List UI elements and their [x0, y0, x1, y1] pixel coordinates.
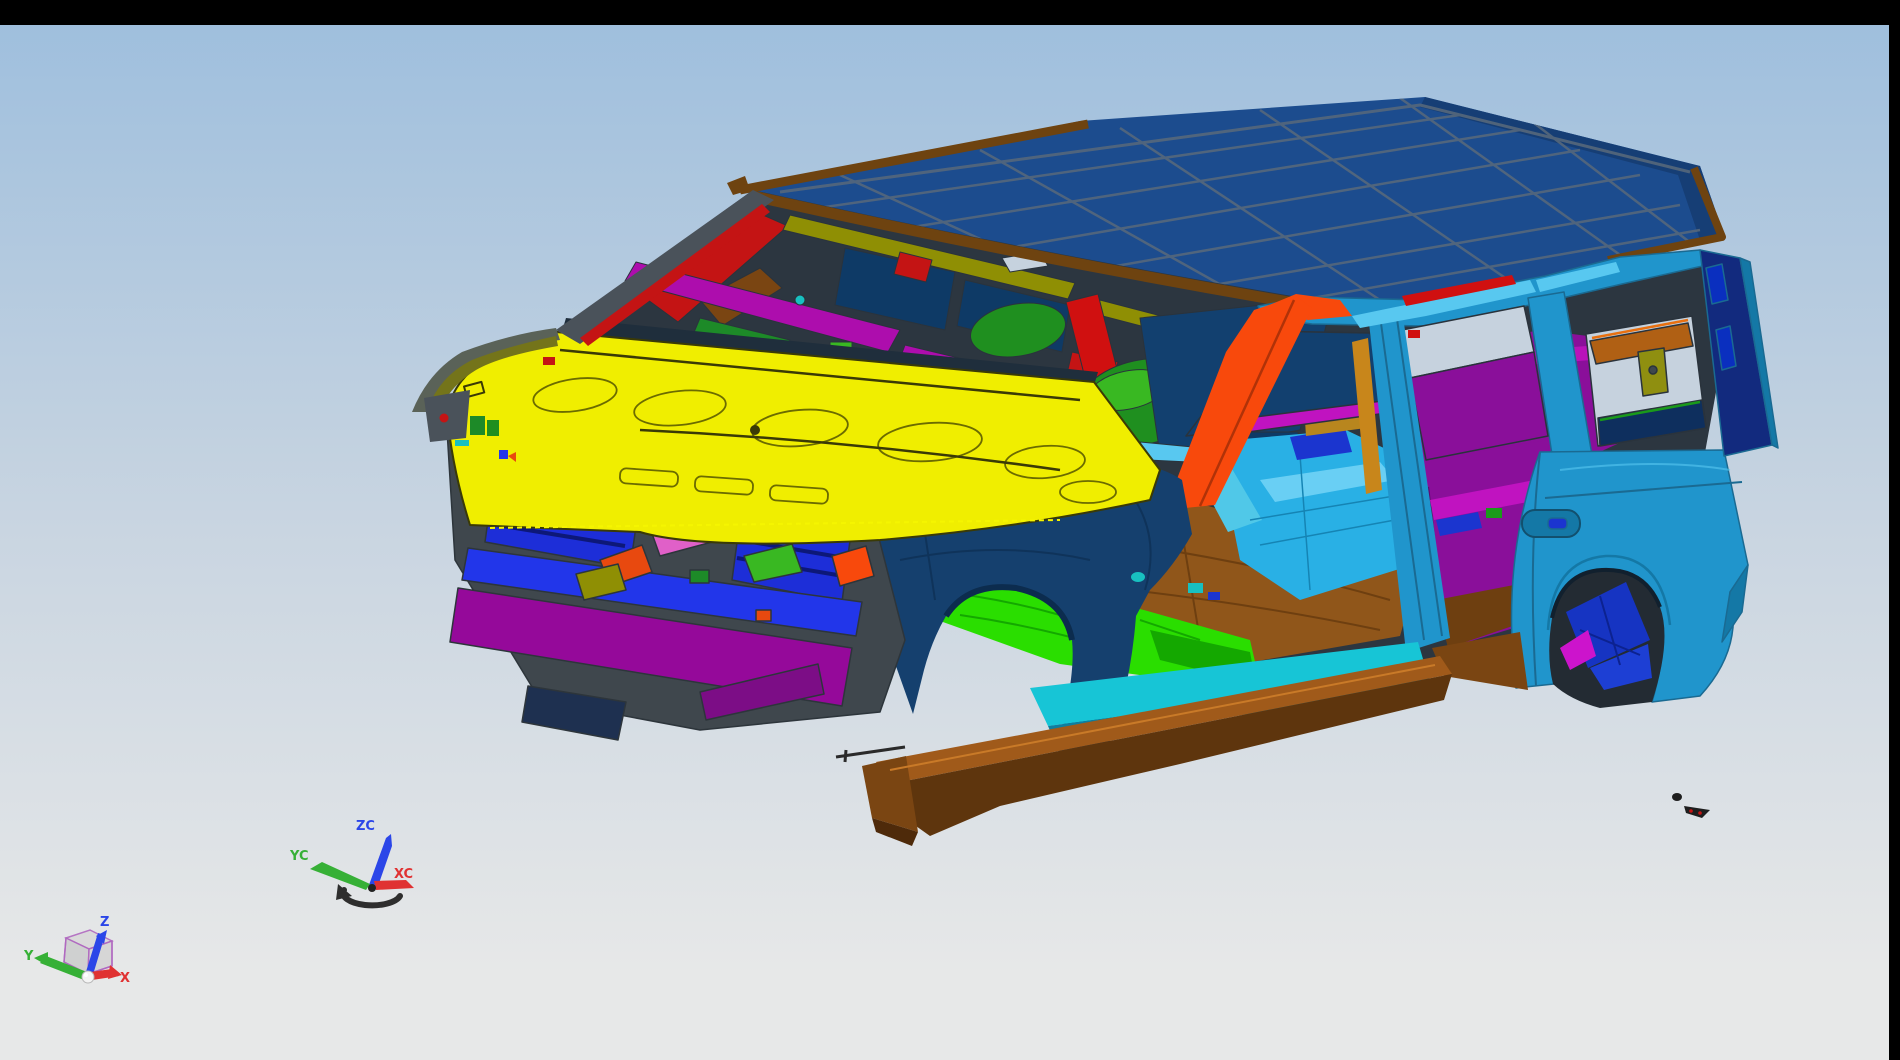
acs-x-label: X [120, 971, 130, 986]
acs-origin-highlight [84, 973, 88, 977]
olive-tab-hole [1649, 366, 1657, 374]
rear-green-sliver [1486, 508, 1502, 518]
fender-teal-oval [1131, 572, 1145, 582]
wcs-y-label: YC [289, 849, 309, 864]
cad-window: ZC YC XC Z Y X [0, 0, 1900, 1060]
acs-origin-sphere [82, 971, 94, 983]
clip-orange-bit3 [756, 610, 771, 621]
right-frame-bar [1889, 0, 1900, 1060]
wcs-z-label: ZC [356, 819, 375, 834]
cowl-teal-dot [795, 295, 805, 305]
b-pillar-red-bit [1408, 330, 1420, 338]
door-handle [1548, 518, 1567, 529]
tip-teal-chip [455, 440, 469, 446]
viewport-3d[interactable]: ZC YC XC Z Y X [0, 0, 1900, 1060]
tip-blue-chip [499, 450, 508, 459]
wcs-origin[interactable] [368, 884, 376, 892]
speck-red2 [1698, 811, 1702, 815]
acs-y-label: Y [23, 949, 34, 964]
wcs-x-label: XC [394, 867, 413, 882]
tip-green-chip [470, 416, 485, 435]
rear-wheel-arch[interactable] [1549, 570, 1664, 708]
hood-dot [750, 425, 760, 435]
tip-red-dot [440, 414, 449, 423]
acs-z-label: Z [100, 915, 109, 930]
hood-red-dot [543, 357, 555, 365]
floor-teal-part [1188, 583, 1203, 593]
top-frame-bar [0, 0, 1900, 25]
tip-green-chip2 [487, 420, 499, 436]
clip-green-bit2 [690, 570, 709, 583]
speck-dot [1672, 793, 1682, 801]
floor-blue-part [1208, 592, 1220, 600]
speck-red [1689, 809, 1693, 813]
